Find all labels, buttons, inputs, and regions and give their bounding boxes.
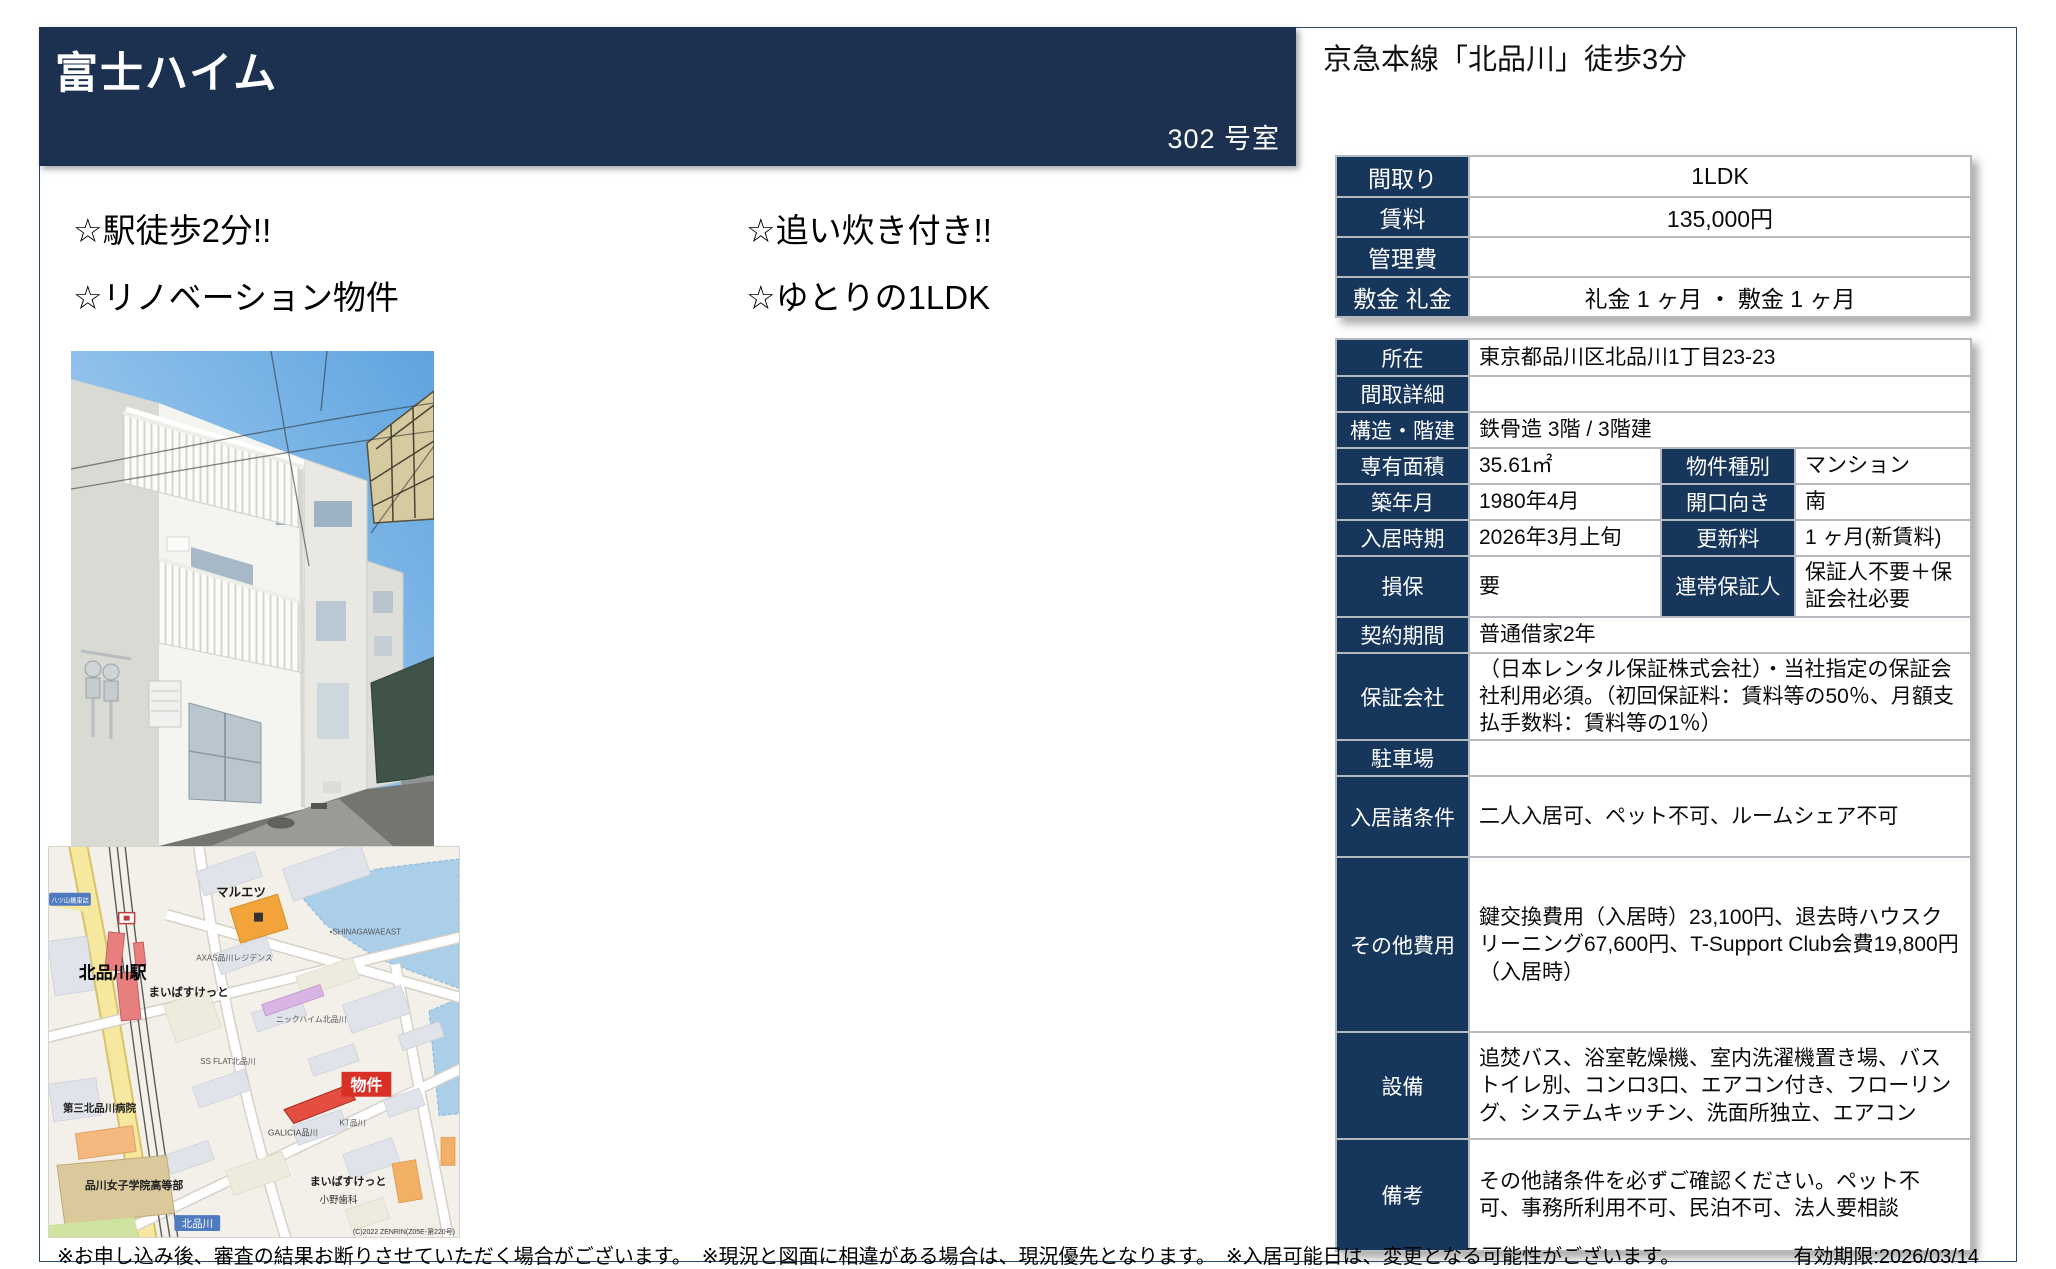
detail-label: 契約期間: [1336, 617, 1469, 653]
map-label-axas: AXAS品川レジデンス: [196, 952, 273, 962]
property-title: 富士ハイム: [55, 39, 278, 101]
flyer-page: 富士ハイム 302 号室 京急本線「北品川」徒歩3分 ☆駅徒歩2分!! ☆追い炊…: [39, 27, 2017, 1262]
building-photo: [71, 351, 434, 846]
map-label-station: 北品川駅: [79, 963, 147, 982]
detail-value: 1980年4月: [1469, 484, 1661, 520]
map-label-shinagawaeast: •SHINAGAWAEAST: [330, 928, 402, 937]
footer-disclaimer: ※お申し込み後、審査の結果お断りさせていただく場合がございます。 ※現況と図面に…: [57, 1240, 1680, 1269]
detail-label: 駐車場: [1336, 740, 1469, 776]
map-label-ssflat: SS FLAT北品川: [200, 1057, 255, 1066]
detail-value: 追焚バス、浴室乾燥機、室内洗濯機置き場、バストイレ別、コンロ3口、エアコン付き、…: [1469, 1032, 1971, 1139]
room-number: 302 号室: [1167, 117, 1280, 156]
summary-value: 1LDK: [1469, 156, 1971, 197]
detail-value: 2026年3月上旬: [1469, 520, 1661, 556]
detail-label: 設備: [1336, 1032, 1469, 1139]
detail-value: その他諸条件を必ずご確認ください。ペット不可、事務所利用不可、民泊不可、法人要相…: [1469, 1139, 1971, 1251]
property-marker-label: 物件: [351, 1076, 383, 1095]
footer: ※お申し込み後、審査の結果お断りさせていただく場合がございます。 ※現況と図面に…: [40, 1240, 2016, 1266]
map-road-sign-yatsuyama: 八ツ山橋東詰: [49, 893, 91, 906]
svg-text:八ツ山橋東詰: 八ツ山橋東詰: [51, 896, 89, 905]
summary-label: 管理費: [1336, 237, 1469, 277]
summary-value: 135,000円: [1469, 197, 1971, 237]
feature-walk: ☆駅徒歩2分!!: [73, 204, 271, 252]
detail-label: その他費用: [1336, 857, 1469, 1032]
detail-value: （日本レンタル保証株式会社）・当社指定の保証会社利用必須。（初回保証料：賃料等の…: [1469, 653, 1971, 741]
detail-value: 要: [1469, 556, 1661, 617]
map-label-nickheim: ニックハイム北品川: [276, 1015, 347, 1024]
map-copyright: (C)2022 ZENRIN(Z05E-第220号): [353, 1227, 455, 1236]
detail-value: 東京都品川区北品川1丁目23-23: [1469, 339, 1971, 376]
summary-label: 間取り: [1336, 156, 1469, 197]
detail-value: [1469, 740, 1971, 776]
detail-label: 間取詳細: [1336, 376, 1469, 412]
detail-label: 損保: [1336, 556, 1469, 617]
feature-renovation: ☆リノベーション物件: [73, 271, 399, 319]
detail-value: 南: [1795, 484, 1971, 520]
detail-value: [1469, 376, 1971, 412]
map-label-dental: 小野歯科: [320, 1194, 358, 1206]
detail-value: 35.61㎡: [1469, 448, 1661, 484]
detail-label: 入居時期: [1336, 520, 1469, 556]
detail-value: 普通借家2年: [1469, 617, 1971, 653]
location-map: 物件 北品川 八ツ山橋東詰 北品川駅 マルエツ まいばすけっと 品川女子学院高等…: [48, 846, 460, 1238]
summary-label: 敷金 礼金: [1336, 277, 1469, 317]
detail-value: 保証人不要＋保証会社必要: [1795, 556, 1971, 617]
map-label-mybasket-2: まいばすけっと: [310, 1174, 387, 1188]
detail-value: マンション: [1795, 448, 1971, 484]
map-label-hospital: 第三北品川病院: [63, 1102, 137, 1115]
map-road-sign-kitashinagawa: 北品川: [174, 1215, 220, 1231]
map-label-school: 品川女子学院高等部: [85, 1178, 183, 1192]
detail-table: 所在 東京都品川区北品川1丁目23-23 間取詳細 構造・階建 鉄骨造 3階 /…: [1335, 338, 1972, 1252]
summary-value: [1469, 237, 1971, 277]
detail-label: 築年月: [1336, 484, 1469, 520]
detail-label: 開口向き: [1661, 484, 1795, 520]
station-access: 京急本線「北品川」徒歩3分: [1323, 36, 1687, 78]
map-label-galicia: GALICIA品川: [268, 1128, 318, 1138]
detail-label: 備考: [1336, 1139, 1469, 1251]
header-banner: 富士ハイム 302 号室: [39, 27, 1296, 166]
feature-reheating-bath: ☆追い炊き付き!!: [746, 204, 992, 252]
summary-label: 賃料: [1336, 197, 1469, 237]
map-label-kt: KT品川: [340, 1119, 366, 1128]
detail-label: 更新料: [1661, 520, 1795, 556]
summary-value: 礼金 1 ヶ月 ・ 敷金 1 ヶ月: [1469, 277, 1971, 317]
svg-text:北品川: 北品川: [182, 1218, 213, 1230]
feature-1ldk: ☆ゆとりの1LDK: [746, 271, 990, 319]
detail-label: 物件種別: [1661, 448, 1795, 484]
detail-value: 二人入居可、ペット不可、ルームシェア不可: [1469, 776, 1971, 857]
summary-table: 間取り 1LDK 賃料 135,000円 管理費 敷金 礼金 礼金 1 ヶ月 ・…: [1335, 155, 1972, 318]
detail-label: 保証会社: [1336, 653, 1469, 741]
detail-label: 連帯保証人: [1661, 556, 1795, 617]
detail-value: 1 ヶ月(新賃料): [1795, 520, 1971, 556]
detail-label: 所在: [1336, 339, 1469, 376]
map-label-mybasket-1: まいばすけっと: [149, 985, 229, 999]
detail-value: 鍵交換費用（入居時）23,100円、退去時ハウスクリーニング67,600円、T-…: [1469, 857, 1971, 1032]
main-building: [71, 379, 304, 846]
map-label-maruetsu: マルエツ: [216, 886, 266, 900]
detail-value: 鉄骨造 3階 / 3階建: [1469, 412, 1971, 448]
map-station-icon: [119, 913, 135, 924]
detail-label: 専有面積: [1336, 448, 1469, 484]
footer-validity: 有効期限:2026/03/14: [1793, 1240, 1979, 1269]
detail-label: 構造・階建: [1336, 412, 1469, 448]
detail-label: 入居諸条件: [1336, 776, 1469, 857]
